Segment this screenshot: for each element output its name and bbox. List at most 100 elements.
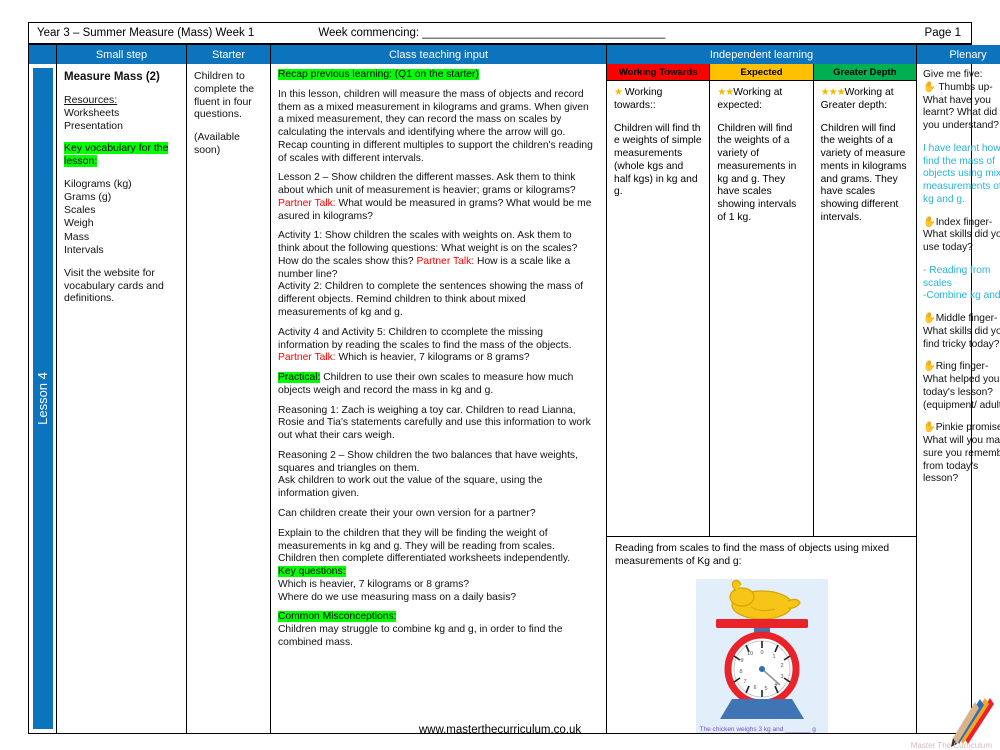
plenary-item-pinkie-promise: ✋Pinkie promise- What will you make sure… [923,422,1000,485]
scale-figure-caption: The chicken weighs 3 kg and _______ g [699,726,816,733]
scales-example-caption: Reading from scales to find the mass of … [615,543,890,567]
small-step-title: Measure Mass (2) [64,71,160,83]
independent-learning-column: Working Towards ★ Working towards:: Chil… [607,64,917,733]
table-header-band: Small step Starter Class teaching input … [29,45,1000,64]
col-header-small-step: Small step [57,45,187,64]
lesson-number-label: Lesson 4 [35,372,51,425]
scales-example-panel: Reading from scales to find the mass of … [607,536,916,733]
svg-text:1: 1 [772,654,775,660]
star-rating-icon: ★ [614,87,623,98]
plenary-item-thumbs-up: ✋ Thumbs up- What have you learnt? What … [923,81,999,131]
group-header-expected: Expected [710,64,813,81]
plenary-item-middle-finger: ✋Middle finger- What skills did you find… [923,313,1000,350]
vocab-item: Mass [64,230,90,243]
plenary-heading: Give me five: [923,69,983,80]
group-subheading-greater-depth: ★★★Working at Greater depth: [820,87,894,111]
group-header-working-towards: Working Towards [607,64,710,81]
vocabulary-website-note: Visit the website for vocabulary cards a… [64,266,164,305]
vocab-item: Kilograms (kg) [64,178,132,190]
group-working-towards: Working Towards ★ Working towards:: Chil… [607,64,711,536]
table-body: Lesson 4 Measure Mass (2) Resources: Wor… [29,64,1000,733]
misconceptions-heading: Common Misconceptions: [278,611,397,623]
svg-text:8: 8 [739,669,742,675]
vocab-item: Intervals [64,243,104,256]
group-body-expected: Children will find the weights of a vari… [717,122,797,223]
lesson-plan-table: Small step Starter Class teaching input … [28,44,1000,734]
brand-name: Master The Curriculum [910,741,992,750]
week-commencing-field: Week commencing: _______________________… [318,27,666,39]
star-rating-icon: ★★★ [820,87,846,98]
group-body-greater-depth: Children will find the weights of a vari… [820,122,907,223]
col-header-class-teaching-input: Class teaching input [271,45,607,64]
lesson2-text: Lesson 2 – Show children the different m… [278,172,576,197]
hand-icon: ✋ [923,81,936,93]
class-teaching-input-column: Recap previous learning: (Q1 on the star… [271,64,607,733]
activity2-text: Activity 2: Children to complete the sen… [278,281,584,319]
plenary-item-index-finger: ✋Index finger- What skills did you use t… [923,216,1000,254]
key-question-item: Where do we use measuring mass on a dail… [278,591,517,603]
svg-text:7: 7 [743,679,746,685]
recap-heading: Recap previous learning: (Q1 on the star… [278,69,479,80]
starter-text: Children to complete the fluent in four … [194,70,255,121]
reasoning2-extension: Can children create their your own versi… [278,507,536,519]
group-header-greater-depth: Greater Depth [813,64,916,81]
plenary-item-ring-finger: ✋Ring finger- What helped you in today's… [923,361,1000,411]
col-header-spine [29,45,57,64]
plenary-column: Give me five: ✋ Thumbs up- What have you… [917,64,1000,733]
activity45-partner-talk: Partner Talk: Which is heavier, 7 kilogr… [278,352,530,364]
kitchen-scale-figure: 0 1 2 3 4 5 6 7 8 9 10 The chicken weigh… [695,578,828,733]
vocab-item: Scales [64,204,96,217]
svg-text:3: 3 [780,674,783,680]
key-question-item: Which is heavier, 7 kilograms or 8 grams… [278,578,470,590]
lesson-plan-page: Year 3 – Summer Measure (Mass) Week 1 We… [0,0,1000,750]
starter-availability: (Available soon) [194,131,240,156]
svg-text:2: 2 [780,663,783,669]
starter-column: Children to complete the fluent in four … [187,64,271,733]
differentiation-groups: Working Towards ★ Working towards:: Chil… [607,64,916,536]
explain-text: Explain to the children that they will b… [278,527,555,552]
svg-text:6: 6 [753,685,756,691]
worksheets-text: Children then complete differentiated wo… [278,553,571,565]
svg-text:5: 5 [764,686,767,692]
col-header-independent-learning: Independent learning [607,45,917,64]
hand-icon: ✋ [923,361,936,373]
practical-text: Practical: Children to use their own sca… [278,372,574,396]
svg-text:9: 9 [740,658,743,664]
lesson2-partner-talk: Partner Talk: What would be measured in … [278,197,592,222]
kitchen-scale-icon: 0 1 2 3 4 5 6 7 8 9 10 [715,579,808,719]
resource-item: Presentation [64,119,123,132]
svg-text:0: 0 [760,650,763,656]
group-expected: Expected ★★Working at expected: Children… [710,64,814,536]
resources-label: Resources: [64,94,118,107]
activity1-text: Activity 1: Show children the scales wit… [278,230,578,280]
hand-icon: ✋ [923,422,936,434]
document-header: Year 3 – Summer Measure (Mass) Week 1 We… [28,22,972,44]
group-greater-depth: Greater Depth ★★★Working at Greater dept… [813,64,916,536]
reasoning2-text: Reasoning 2 – Show children the two bala… [278,449,578,474]
page-number: Page 1 [924,27,961,39]
lesson-spine: Lesson 4 [29,64,57,733]
activity45-text: Activity 4 and Activity 5: Children to c… [278,326,572,351]
reasoning1-text: Reasoning 1: Zach is weighing a toy car.… [278,404,591,442]
group-subheading-working-towards: ★ Working towards:: [614,87,663,111]
hand-icon: ✋ [923,313,936,324]
vocab-item: Grams (g) [64,191,112,204]
vocabulary-list: Kilograms (kg) Grams (g) Scales Weigh Ma… [64,178,180,257]
col-header-plenary: Plenary [917,45,1000,64]
lesson-spine-bar: Lesson 4 [32,68,53,729]
group-subheading-expected: ★★Working at expected: [717,87,783,111]
resource-item: Worksheets [64,106,120,119]
reasoning2-followup: Ask children to work out the value of th… [278,475,543,500]
key-questions-heading: Key questions: [278,566,346,578]
lesson-overview-paragraph: In this lesson, children will measure th… [278,88,593,164]
col-header-starter: Starter [187,45,271,64]
plenary-answer-skills: - Reading from scales -Combine kg and g [923,264,1000,302]
star-rating-icon: ★★ [717,87,734,98]
vocab-item: Weigh [64,217,94,230]
misconceptions-text: Children may struggle to combine kg and … [278,624,563,648]
svg-text:10: 10 [746,651,752,657]
plenary-answer-learnt: I have learnt how to find the mass of ob… [923,142,1000,205]
page-title: Year 3 – Summer Measure (Mass) Week 1 [37,27,255,39]
key-vocabulary-heading: Key vocabulary for the lesson: [64,142,169,168]
hand-icon: ✋ [923,216,936,228]
